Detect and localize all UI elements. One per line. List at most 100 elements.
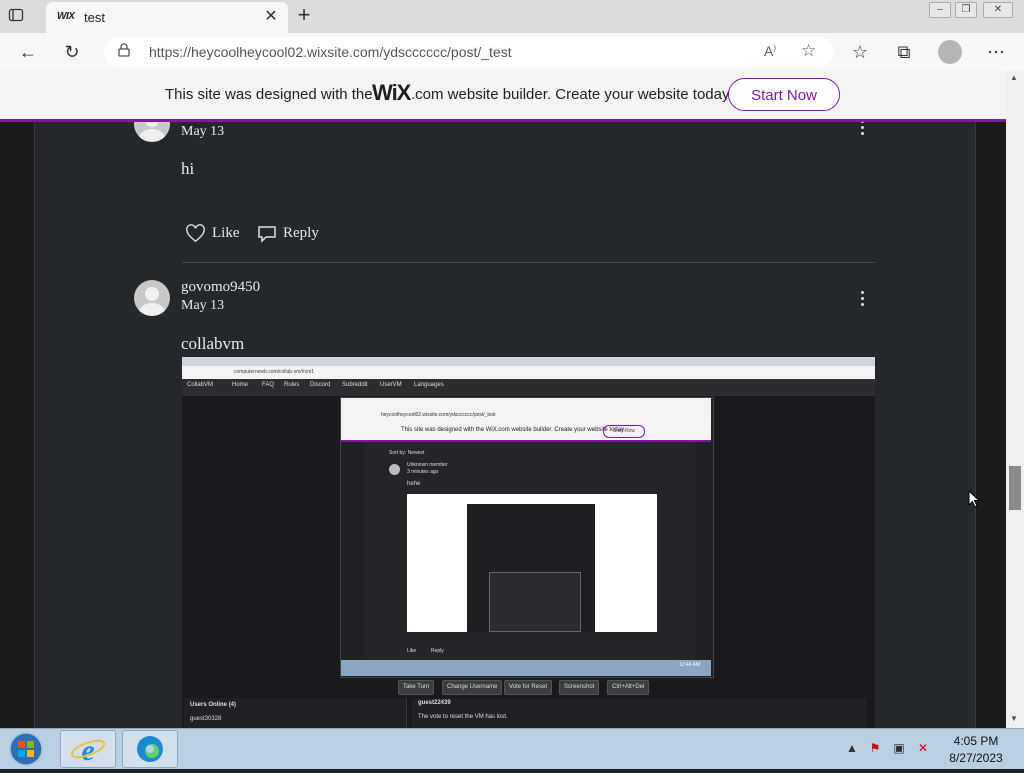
like-button[interactable]: Like [212,225,240,242]
vm-nested-image [407,494,657,632]
vm-author: Unknown member [407,462,448,468]
wix-banner: This site was designed with the WiX .com… [0,71,1006,122]
vm-content: Sort by: Newest Unknown member 3 minutes… [365,442,695,662]
collabvm-brand: CollabVM [187,382,214,388]
reply-icon[interactable] [257,224,277,244]
comment-author[interactable]: govomo9450 [181,279,260,296]
more-options-icon[interactable] [859,289,865,309]
add-favorite-icon[interactable]: ☆ [801,41,816,61]
vm-text: hehe [407,481,421,487]
nav-home: Home [232,382,249,388]
vm-wix-banner: This site was designed with the WiX.com … [341,422,711,442]
edge-icon[interactable] [122,730,178,768]
new-tab-icon[interactable]: + [293,4,315,27]
screenshot-address-bar: computernewb.com/collab-vm/#vm1 [182,366,875,379]
chat-message: The vote to reset the VM has lost. [418,714,508,720]
volume-icon[interactable]: ✕ [916,741,930,755]
screenshot-url: computernewb.com/collab-vm/#vm1 [234,369,315,375]
reply-button[interactable]: Reply [283,225,319,242]
profile-avatar[interactable] [938,40,962,64]
mouse-cursor-icon [968,489,981,508]
vm-sort: Sort by: Newest [389,450,425,456]
show-hidden-icons-icon[interactable]: ▲ [845,741,859,755]
divider [182,262,875,263]
collabvm-nav: CollabVM Home FAQ Rules Discord Subreddi… [182,379,875,396]
restore-icon[interactable]: ❐ [955,2,977,18]
vm-avatar [389,464,400,475]
minimize-icon[interactable]: – [929,2,951,18]
action-center-icon[interactable]: ⚑ [868,741,882,755]
screenshot-tabs [182,357,875,366]
wix-favicon-icon: WIX [57,11,75,22]
nav-discord: Discord [310,382,331,388]
address-bar[interactable]: https://heycoolheycool02.wixsite.com/yds… [104,37,834,67]
vm-start-button: Start Now [603,425,645,438]
comment-text: collabvm [181,334,245,353]
windows-taskbar: e ▲ ⚑ ▣ ✕ 4:05 PM 8/27/2023 [0,728,1024,769]
clock-time[interactable]: 4:05 PM [946,734,1006,748]
tab-strip: WIX test ✕ + – ❐ ✕ [0,0,1024,33]
back-icon[interactable]: ← [16,40,40,64]
favorites-icon[interactable]: ☆ [848,40,872,64]
start-now-button[interactable]: Start Now [728,78,840,111]
vm-buttons: Take Turn Change Username Vote for Reset… [182,680,875,696]
clock-date[interactable]: 8/27/2023 [944,751,1008,765]
start-button-icon[interactable] [6,730,48,768]
url-text[interactable]: https://heycoolheycool02.wixsite.com/yds… [149,44,512,60]
scroll-thumb[interactable] [1009,466,1021,510]
vote-reset-button: Vote for Reset [504,680,553,695]
scroll-up-icon[interactable]: ▲ [1010,73,1018,82]
avatar[interactable] [134,122,170,142]
comment-text: hi [181,159,195,178]
comment-image[interactable]: computernewb.com/collab-vm/#vm1 CollabVM… [182,357,875,728]
browser-tab[interactable]: WIX test ✕ [46,2,288,33]
nav-uservm: UserVM [380,382,402,388]
vm-url: heycoolheycool02.wixsite.com/ydscccccc/p… [381,412,496,418]
internet-explorer-icon[interactable]: e [60,730,116,768]
comment-date: May 13 [181,124,225,139]
chat-panel: guest22439 The vote to reset the VM has … [412,698,867,728]
change-username-button: Change Username [442,680,503,695]
refresh-icon[interactable]: ↻ [60,40,84,64]
ctrl-alt-del-button: Ctrl+Alt+Del [607,680,650,695]
svg-text:e: e [81,734,94,767]
avatar[interactable] [134,280,170,316]
close-window-icon[interactable]: ✕ [983,2,1013,18]
read-aloud-icon[interactable]: A) [764,43,776,59]
nav-languages: Languages [414,382,444,388]
vm-clock: 12:44 AM [679,662,701,668]
browser-toolbar: ← ↻ https://heycoolheycool02.wixsite.com… [0,33,1024,72]
vm-taskbar: 12:44 AM [341,660,711,676]
more-options-icon[interactable] [859,122,865,138]
vm-wix-text: This site was designed with the WiX.com … [401,427,626,433]
wix-banner-text: This site was designed with the [165,86,373,103]
more-menu-icon[interactable]: ⋯ [984,40,1008,64]
tab-title: test [84,10,105,25]
scroll-down-icon[interactable]: ▼ [1010,714,1018,723]
user-item: guest30328 [190,716,222,722]
chat-user: guest22439 [418,700,451,706]
vm-reply: Reply [431,648,444,654]
wix-logo: WiX [372,80,411,105]
wix-banner-text-2: .com website builder. Create your websit… [411,86,733,103]
vm-nested-window [489,572,581,632]
users-title: Users Online (4) [190,702,237,708]
collections-icon[interactable]: ⧉ [892,40,916,64]
network-icon[interactable]: ▣ [892,741,906,755]
screenshot-button: Screenshot [559,680,600,695]
nav-faq: FAQ [262,382,275,388]
page-content: May 13 hi Like Reply govomo9450 May 13 c… [0,122,1006,728]
vm-chat-area: Users Online (4) guest30328 guest22439 T… [182,698,875,728]
vm-time: 3 minutes ago [407,469,439,475]
take-turn-button: Take Turn [398,680,435,695]
nav-subreddit: Subreddit [342,382,368,388]
vm-like: Like [407,648,417,654]
page-scrollbar[interactable]: ▲ ▼ [1006,71,1024,728]
comments-panel: May 13 hi Like Reply govomo9450 May 13 c… [34,122,976,728]
tab-actions-icon[interactable] [8,7,28,25]
users-online-panel: Users Online (4) guest30328 [184,698,407,728]
lock-icon[interactable] [118,43,130,60]
nav-rules: Rules [284,382,300,388]
heart-icon[interactable] [185,224,207,244]
close-tab-icon[interactable]: ✕ [262,8,280,26]
